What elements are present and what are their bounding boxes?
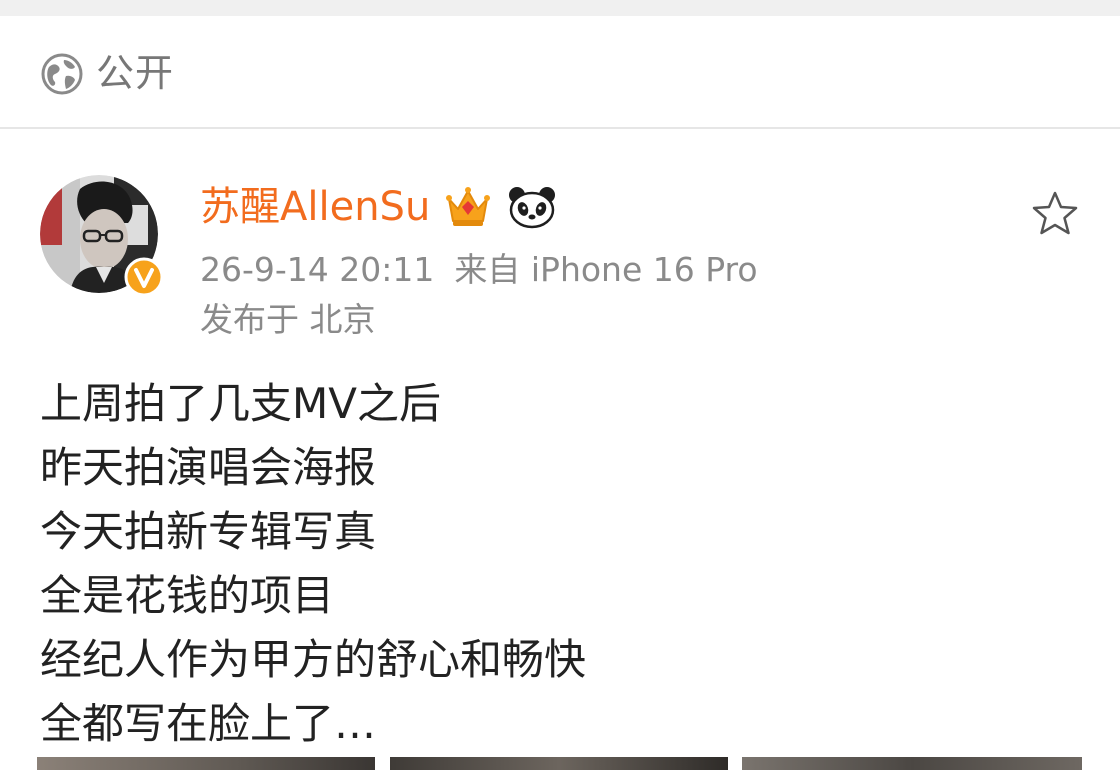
author-name-row: 苏醒AllenSu: [200, 179, 558, 235]
post-text-line: 今天拍新专辑写真: [40, 507, 377, 556]
post-content: 上周拍了几支MV之后 昨天拍演唱会海报 今天拍新专辑写真 全是花钱的项目 经纪人…: [40, 372, 1090, 756]
verified-v-icon: [124, 257, 164, 297]
post-text-line: 全是花钱的项目: [40, 571, 335, 620]
post-image-thumb[interactable]: [390, 757, 728, 770]
post-image-thumb[interactable]: [742, 757, 1082, 770]
weibo-post: 苏醒AllenSu 26-9-14 20:11 来自 iPhone 16 Pro …: [0, 129, 1120, 770]
post-meta: 26-9-14 20:11 来自 iPhone 16 Pro: [200, 247, 758, 293]
post-image-thumb[interactable]: [37, 757, 375, 770]
star-icon[interactable]: [1030, 189, 1080, 239]
post-text-line: 昨天拍演唱会海报: [40, 443, 377, 492]
post-text-line: 上周拍了几支MV之后: [40, 379, 441, 428]
post-source: 来自 iPhone 16 Pro: [454, 250, 758, 289]
panda-icon[interactable]: [506, 185, 558, 229]
post-location: 发布于 北京: [200, 300, 376, 339]
visibility-bar[interactable]: 公开: [0, 16, 1120, 129]
globe-icon: [41, 53, 83, 95]
crown-icon[interactable]: [445, 185, 491, 229]
post-timestamp: 26-9-14 20:11: [200, 250, 435, 289]
author-avatar[interactable]: [40, 175, 164, 299]
post-text-line: 经纪人作为甲方的舒心和畅快: [40, 635, 587, 684]
visibility-label: 公开: [96, 51, 175, 95]
author-name[interactable]: 苏醒AllenSu: [200, 179, 430, 235]
post-image-grid: [0, 757, 1120, 770]
post-text-line: 全都写在脸上了…: [40, 699, 377, 748]
top-strip: [0, 0, 1120, 16]
